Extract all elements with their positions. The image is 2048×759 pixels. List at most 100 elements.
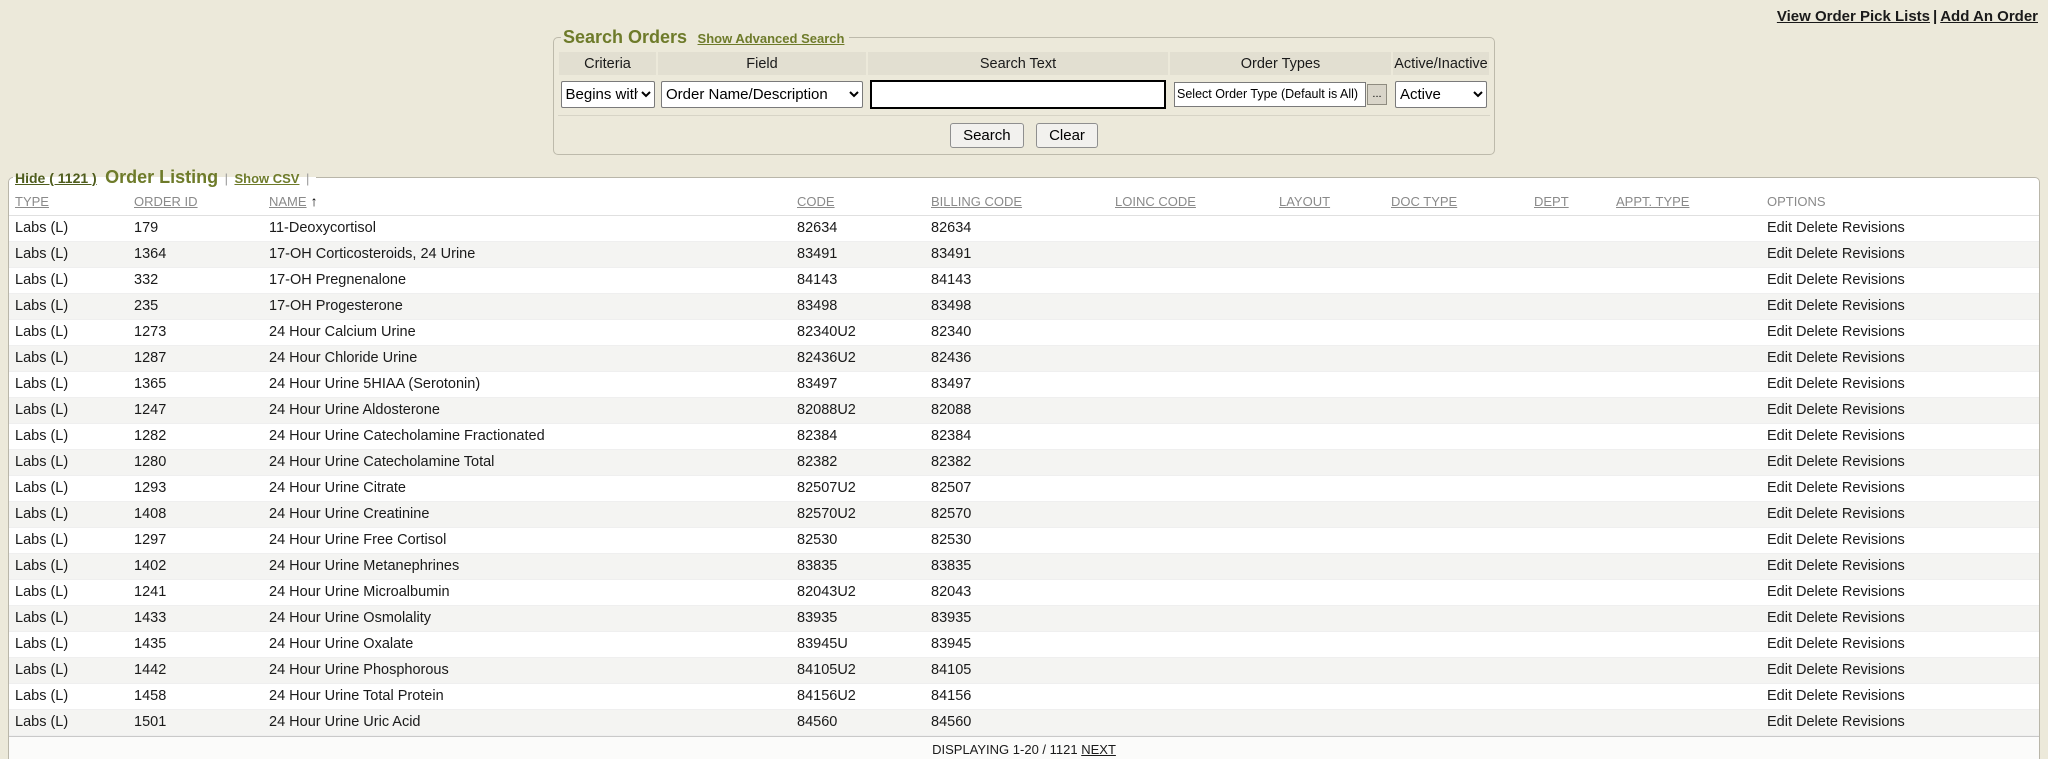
delete-link[interactable]: Delete bbox=[1796, 636, 1838, 652]
column-header-label[interactable]: APPT. TYPE bbox=[1616, 194, 1689, 209]
column-header-label[interactable]: TYPE bbox=[15, 194, 49, 209]
column-header-label[interactable]: NAME bbox=[269, 194, 307, 209]
delete-link[interactable]: Delete bbox=[1796, 402, 1838, 418]
edit-link[interactable]: Edit bbox=[1767, 324, 1792, 340]
hide-listing-link[interactable]: Hide ( 1121 ) bbox=[15, 170, 97, 186]
column-header-label[interactable]: DOC TYPE bbox=[1391, 194, 1457, 209]
edit-link[interactable]: Edit bbox=[1767, 558, 1792, 574]
delete-link[interactable]: Delete bbox=[1796, 714, 1838, 730]
delete-link[interactable]: Delete bbox=[1796, 688, 1838, 704]
delete-link[interactable]: Delete bbox=[1796, 480, 1838, 496]
revisions-link[interactable]: Revisions bbox=[1842, 532, 1905, 548]
edit-link[interactable]: Edit bbox=[1767, 688, 1792, 704]
order-listing-title: Order Listing bbox=[105, 167, 218, 187]
edit-link[interactable]: Edit bbox=[1767, 350, 1792, 366]
cell-layout bbox=[1273, 475, 1385, 501]
edit-link[interactable]: Edit bbox=[1767, 220, 1792, 236]
revisions-link[interactable]: Revisions bbox=[1842, 558, 1905, 574]
search-button[interactable]: Search bbox=[950, 123, 1024, 148]
order-type-browse-button[interactable]: ... bbox=[1367, 84, 1387, 105]
cell-layout bbox=[1273, 293, 1385, 319]
field-select[interactable]: Order Name/Description bbox=[661, 81, 863, 108]
revisions-link[interactable]: Revisions bbox=[1842, 714, 1905, 730]
delete-link[interactable]: Delete bbox=[1796, 662, 1838, 678]
column-header-label[interactable]: LAYOUT bbox=[1279, 194, 1330, 209]
search-text-input[interactable] bbox=[870, 80, 1166, 109]
cell-order-id: 1282 bbox=[128, 423, 263, 449]
edit-link[interactable]: Edit bbox=[1767, 402, 1792, 418]
edit-link[interactable]: Edit bbox=[1767, 376, 1792, 392]
edit-link[interactable]: Edit bbox=[1767, 636, 1792, 652]
cell-type: Labs (L) bbox=[9, 293, 128, 319]
revisions-link[interactable]: Revisions bbox=[1842, 298, 1905, 314]
column-header-label[interactable]: CODE bbox=[797, 194, 835, 209]
edit-link[interactable]: Edit bbox=[1767, 272, 1792, 288]
edit-link[interactable]: Edit bbox=[1767, 532, 1792, 548]
column-header-label[interactable]: DEPT bbox=[1534, 194, 1569, 209]
revisions-link[interactable]: Revisions bbox=[1842, 220, 1905, 236]
revisions-link[interactable]: Revisions bbox=[1842, 480, 1905, 496]
revisions-link[interactable]: Revisions bbox=[1842, 428, 1905, 444]
edit-link[interactable]: Edit bbox=[1767, 480, 1792, 496]
delete-link[interactable]: Delete bbox=[1796, 350, 1838, 366]
cell-code: 83498 bbox=[791, 293, 925, 319]
show-csv-link[interactable]: Show CSV bbox=[234, 171, 299, 186]
revisions-link[interactable]: Revisions bbox=[1842, 610, 1905, 626]
delete-link[interactable]: Delete bbox=[1796, 298, 1838, 314]
column-header-label[interactable]: BILLING CODE bbox=[931, 194, 1022, 209]
cell-type: Labs (L) bbox=[9, 657, 128, 683]
revisions-link[interactable]: Revisions bbox=[1842, 662, 1905, 678]
delete-link[interactable]: Delete bbox=[1796, 610, 1838, 626]
view-order-pick-lists-link[interactable]: View Order Pick Lists bbox=[1777, 8, 1930, 25]
revisions-link[interactable]: Revisions bbox=[1842, 272, 1905, 288]
cell-layout bbox=[1273, 241, 1385, 267]
edit-link[interactable]: Edit bbox=[1767, 584, 1792, 600]
revisions-link[interactable]: Revisions bbox=[1842, 506, 1905, 522]
revisions-link[interactable]: Revisions bbox=[1842, 402, 1905, 418]
revisions-link[interactable]: Revisions bbox=[1842, 324, 1905, 340]
active-inactive-select[interactable]: Active bbox=[1395, 81, 1487, 108]
delete-link[interactable]: Delete bbox=[1796, 324, 1838, 340]
revisions-link[interactable]: Revisions bbox=[1842, 636, 1905, 652]
revisions-link[interactable]: Revisions bbox=[1842, 246, 1905, 262]
cell-name: 17-OH Pregnenalone bbox=[263, 267, 791, 293]
delete-link[interactable]: Delete bbox=[1796, 506, 1838, 522]
order-row: Labs (L)143524 Hour Urine Oxalate83945U8… bbox=[9, 631, 2039, 657]
delete-link[interactable]: Delete bbox=[1796, 272, 1838, 288]
cell-appt-type bbox=[1610, 657, 1761, 683]
delete-link[interactable]: Delete bbox=[1796, 220, 1838, 236]
revisions-link[interactable]: Revisions bbox=[1842, 376, 1905, 392]
clear-button[interactable]: Clear bbox=[1036, 123, 1098, 148]
delete-link[interactable]: Delete bbox=[1796, 376, 1838, 392]
show-advanced-search-link[interactable]: Show Advanced Search bbox=[698, 31, 845, 46]
revisions-link[interactable]: Revisions bbox=[1842, 688, 1905, 704]
delete-link[interactable]: Delete bbox=[1796, 558, 1838, 574]
revisions-link[interactable]: Revisions bbox=[1842, 454, 1905, 470]
edit-link[interactable]: Edit bbox=[1767, 714, 1792, 730]
edit-link[interactable]: Edit bbox=[1767, 298, 1792, 314]
delete-link[interactable]: Delete bbox=[1796, 532, 1838, 548]
column-header-label[interactable]: LOINC CODE bbox=[1115, 194, 1196, 209]
add-an-order-link[interactable]: Add An Order bbox=[1940, 8, 2038, 25]
criteria-select[interactable]: Begins with bbox=[561, 81, 655, 108]
delete-link[interactable]: Delete bbox=[1796, 428, 1838, 444]
delete-link[interactable]: Delete bbox=[1796, 246, 1838, 262]
cell-doc-type bbox=[1385, 501, 1528, 527]
edit-link[interactable]: Edit bbox=[1767, 454, 1792, 470]
edit-link[interactable]: Edit bbox=[1767, 662, 1792, 678]
revisions-link[interactable]: Revisions bbox=[1842, 584, 1905, 600]
revisions-link[interactable]: Revisions bbox=[1842, 350, 1905, 366]
cell-appt-type bbox=[1610, 449, 1761, 475]
edit-link[interactable]: Edit bbox=[1767, 610, 1792, 626]
order-type-input[interactable] bbox=[1174, 82, 1366, 107]
edit-link[interactable]: Edit bbox=[1767, 428, 1792, 444]
cell-billing-code: 84156 bbox=[925, 683, 1109, 709]
next-page-link[interactable]: NEXT bbox=[1081, 742, 1116, 757]
column-header-label[interactable]: ORDER ID bbox=[134, 194, 198, 209]
delete-link[interactable]: Delete bbox=[1796, 454, 1838, 470]
edit-link[interactable]: Edit bbox=[1767, 246, 1792, 262]
delete-link[interactable]: Delete bbox=[1796, 584, 1838, 600]
edit-link[interactable]: Edit bbox=[1767, 506, 1792, 522]
search-orders-panel: Search Orders Show Advanced Search Crite… bbox=[553, 27, 1495, 155]
cell-layout bbox=[1273, 631, 1385, 657]
